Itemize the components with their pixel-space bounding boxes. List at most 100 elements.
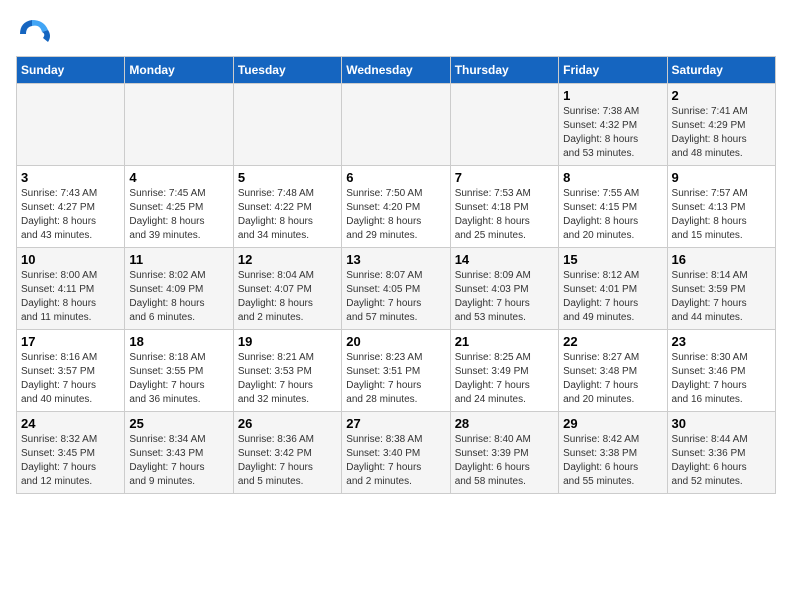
day-number: 16	[672, 252, 771, 267]
day-number: 6	[346, 170, 445, 185]
day-number: 19	[238, 334, 337, 349]
calendar-cell	[450, 84, 558, 166]
day-info: Sunrise: 8:14 AM Sunset: 3:59 PM Dayligh…	[672, 269, 771, 325]
calendar-cell: 20 Sunrise: 8:23 AM Sunset: 3:51 PM Dayli…	[342, 330, 450, 412]
calendar-cell: 27Sunrise: 8:38 AM Sunset: 3:40 PM Dayli…	[342, 412, 450, 494]
weekday-header: Thursday	[450, 57, 558, 84]
page-header	[16, 16, 776, 52]
calendar-cell: 28 Sunrise: 8:40 AM Sunset: 3:39 PM Dayli…	[450, 412, 558, 494]
calendar-cell: 16 Sunrise: 8:14 AM Sunset: 3:59 PM Dayli…	[667, 248, 775, 330]
calendar-cell: 3Sunrise: 7:43 AM Sunset: 4:27 PM Daylig…	[17, 166, 125, 248]
calendar-cell	[17, 84, 125, 166]
calendar-cell: 8Sunrise: 7:55 AM Sunset: 4:15 PM Daylig…	[559, 166, 667, 248]
calendar-cell: 14 Sunrise: 8:09 AM Sunset: 4:03 PM Dayli…	[450, 248, 558, 330]
calendar-week-row: 10 Sunrise: 8:00 AM Sunset: 4:11 PM Dayli…	[17, 248, 776, 330]
weekday-row: SundayMondayTuesdayWednesdayThursdayFrid…	[17, 57, 776, 84]
day-number: 24	[21, 416, 120, 431]
calendar-cell: 2Sunrise: 7:41 AM Sunset: 4:29 PM Daylig…	[667, 84, 775, 166]
day-info: Sunrise: 8:00 AM Sunset: 4:11 PM Dayligh…	[21, 269, 120, 325]
calendar-cell: 12 Sunrise: 8:04 AM Sunset: 4:07 PM Dayli…	[233, 248, 341, 330]
day-info: Sunrise: 8:25 AM Sunset: 3:49 PM Dayligh…	[455, 351, 554, 407]
weekday-header: Wednesday	[342, 57, 450, 84]
calendar-cell: 24 Sunrise: 8:32 AM Sunset: 3:45 PM Dayli…	[17, 412, 125, 494]
day-info: Sunrise: 8:40 AM Sunset: 3:39 PM Dayligh…	[455, 433, 554, 489]
day-info: Sunrise: 8:21 AM Sunset: 3:53 PM Dayligh…	[238, 351, 337, 407]
day-number: 14	[455, 252, 554, 267]
calendar-cell: 1 Sunrise: 7:38 AM Sunset: 4:32 PM Daylig…	[559, 84, 667, 166]
day-info: Sunrise: 8:32 AM Sunset: 3:45 PM Dayligh…	[21, 433, 120, 489]
day-number: 25	[129, 416, 228, 431]
calendar-cell: 18Sunrise: 8:18 AM Sunset: 3:55 PM Dayli…	[125, 330, 233, 412]
weekday-header: Tuesday	[233, 57, 341, 84]
logo	[16, 16, 58, 52]
calendar-cell: 25Sunrise: 8:34 AM Sunset: 3:43 PM Dayli…	[125, 412, 233, 494]
day-number: 10	[21, 252, 120, 267]
day-info: Sunrise: 8:44 AM Sunset: 3:36 PM Dayligh…	[672, 433, 771, 489]
day-info: Sunrise: 8:09 AM Sunset: 4:03 PM Dayligh…	[455, 269, 554, 325]
day-info: Sunrise: 8:36 AM Sunset: 3:42 PM Dayligh…	[238, 433, 337, 489]
day-number: 20	[346, 334, 445, 349]
day-number: 15	[563, 252, 662, 267]
calendar-week-row: 24 Sunrise: 8:32 AM Sunset: 3:45 PM Dayli…	[17, 412, 776, 494]
day-info: Sunrise: 8:30 AM Sunset: 3:46 PM Dayligh…	[672, 351, 771, 407]
day-info: Sunrise: 7:48 AM Sunset: 4:22 PM Dayligh…	[238, 187, 337, 243]
calendar-week-row: 3Sunrise: 7:43 AM Sunset: 4:27 PM Daylig…	[17, 166, 776, 248]
calendar-cell: 5 Sunrise: 7:48 AM Sunset: 4:22 PM Daylig…	[233, 166, 341, 248]
calendar-cell: 6 Sunrise: 7:50 AM Sunset: 4:20 PM Daylig…	[342, 166, 450, 248]
day-info: Sunrise: 7:45 AM Sunset: 4:25 PM Dayligh…	[129, 187, 228, 243]
calendar-cell: 10 Sunrise: 8:00 AM Sunset: 4:11 PM Dayli…	[17, 248, 125, 330]
calendar-cell: 26Sunrise: 8:36 AM Sunset: 3:42 PM Dayli…	[233, 412, 341, 494]
day-info: Sunrise: 8:23 AM Sunset: 3:51 PM Dayligh…	[346, 351, 445, 407]
day-info: Sunrise: 8:27 AM Sunset: 3:48 PM Dayligh…	[563, 351, 662, 407]
day-number: 27	[346, 416, 445, 431]
calendar-cell	[233, 84, 341, 166]
day-number: 9	[672, 170, 771, 185]
calendar-body: 1 Sunrise: 7:38 AM Sunset: 4:32 PM Daylig…	[17, 84, 776, 494]
day-number: 21	[455, 334, 554, 349]
calendar-cell	[125, 84, 233, 166]
day-number: 29	[563, 416, 662, 431]
calendar-cell: 7 Sunrise: 7:53 AM Sunset: 4:18 PM Daylig…	[450, 166, 558, 248]
day-number: 17	[21, 334, 120, 349]
calendar-cell: 15 Sunrise: 8:12 AM Sunset: 4:01 PM Dayli…	[559, 248, 667, 330]
day-info: Sunrise: 8:02 AM Sunset: 4:09 PM Dayligh…	[129, 269, 228, 325]
day-info: Sunrise: 7:38 AM Sunset: 4:32 PM Dayligh…	[563, 105, 662, 161]
day-info: Sunrise: 7:57 AM Sunset: 4:13 PM Dayligh…	[672, 187, 771, 243]
calendar-week-row: 17 Sunrise: 8:16 AM Sunset: 3:57 PM Dayli…	[17, 330, 776, 412]
weekday-header: Saturday	[667, 57, 775, 84]
day-info: Sunrise: 7:55 AM Sunset: 4:15 PM Dayligh…	[563, 187, 662, 243]
day-number: 12	[238, 252, 337, 267]
day-number: 7	[455, 170, 554, 185]
day-info: Sunrise: 8:12 AM Sunset: 4:01 PM Dayligh…	[563, 269, 662, 325]
logo-icon	[16, 16, 52, 52]
day-info: Sunrise: 8:07 AM Sunset: 4:05 PM Dayligh…	[346, 269, 445, 325]
calendar-cell: 17 Sunrise: 8:16 AM Sunset: 3:57 PM Dayli…	[17, 330, 125, 412]
calendar-cell	[342, 84, 450, 166]
calendar-header: SundayMondayTuesdayWednesdayThursdayFrid…	[17, 57, 776, 84]
day-info: Sunrise: 8:16 AM Sunset: 3:57 PM Dayligh…	[21, 351, 120, 407]
day-info: Sunrise: 7:50 AM Sunset: 4:20 PM Dayligh…	[346, 187, 445, 243]
day-number: 2	[672, 88, 771, 103]
day-number: 5	[238, 170, 337, 185]
day-number: 4	[129, 170, 228, 185]
calendar-cell: 19 Sunrise: 8:21 AM Sunset: 3:53 PM Dayli…	[233, 330, 341, 412]
day-info: Sunrise: 7:53 AM Sunset: 4:18 PM Dayligh…	[455, 187, 554, 243]
calendar-cell: 21 Sunrise: 8:25 AM Sunset: 3:49 PM Dayli…	[450, 330, 558, 412]
day-info: Sunrise: 8:04 AM Sunset: 4:07 PM Dayligh…	[238, 269, 337, 325]
day-number: 1	[563, 88, 662, 103]
day-number: 23	[672, 334, 771, 349]
weekday-header: Sunday	[17, 57, 125, 84]
calendar-cell: 9 Sunrise: 7:57 AM Sunset: 4:13 PM Daylig…	[667, 166, 775, 248]
day-info: Sunrise: 8:42 AM Sunset: 3:38 PM Dayligh…	[563, 433, 662, 489]
day-number: 13	[346, 252, 445, 267]
day-number: 30	[672, 416, 771, 431]
calendar-cell: 4 Sunrise: 7:45 AM Sunset: 4:25 PM Daylig…	[125, 166, 233, 248]
day-number: 28	[455, 416, 554, 431]
calendar-cell: 13 Sunrise: 8:07 AM Sunset: 4:05 PM Dayli…	[342, 248, 450, 330]
day-number: 22	[563, 334, 662, 349]
day-number: 11	[129, 252, 228, 267]
day-info: Sunrise: 7:43 AM Sunset: 4:27 PM Dayligh…	[21, 187, 120, 243]
calendar-cell: 11 Sunrise: 8:02 AM Sunset: 4:09 PM Dayli…	[125, 248, 233, 330]
calendar-week-row: 1 Sunrise: 7:38 AM Sunset: 4:32 PM Daylig…	[17, 84, 776, 166]
day-number: 18	[129, 334, 228, 349]
